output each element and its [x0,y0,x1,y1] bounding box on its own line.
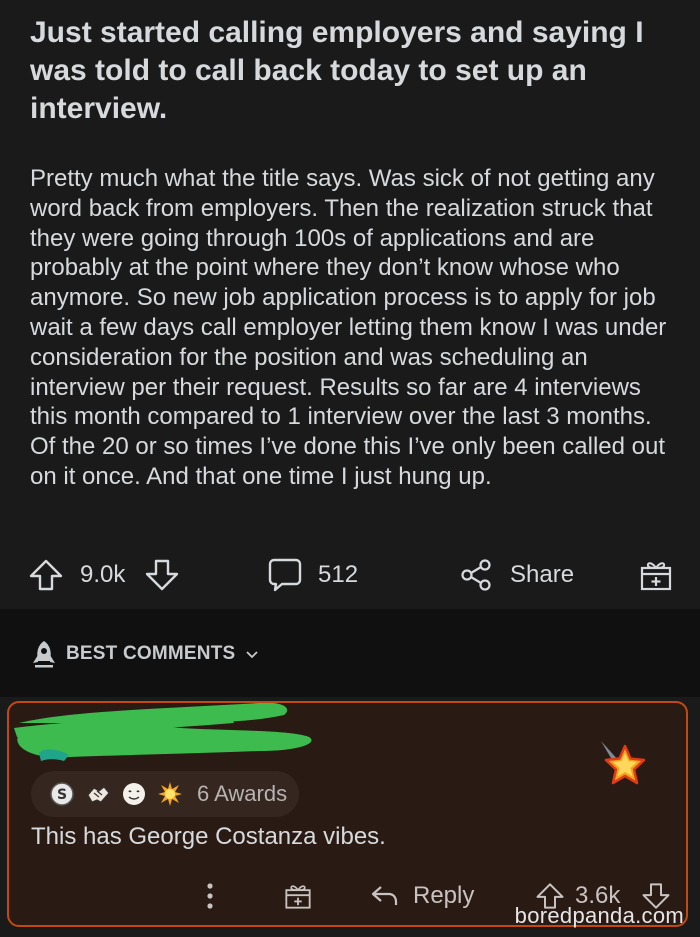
silver-award-icon: S [49,781,75,807]
post-title[interactable]: Just started calling employers and sayin… [30,14,670,128]
awards-pill[interactable]: S 6 Awards [31,771,299,817]
share-button[interactable]: Share [458,548,574,602]
comments-button[interactable]: 512 [266,548,358,602]
upvote-button[interactable] [28,548,64,602]
svg-text:S: S [57,787,67,803]
watermark: boredpanda.com [514,903,684,928]
downvote-button[interactable] [144,548,180,602]
award-button[interactable] [283,871,313,921]
upvote-icon [29,559,63,591]
redacted-author-scribble [14,703,312,761]
awards-count: 6 Awards [197,781,288,806]
share-icon [461,559,491,591]
post-score: 9.0k [80,561,126,588]
award-gift-icon [640,562,672,591]
award-gift-icon [285,885,311,909]
downvote-icon [145,559,179,591]
wholesome-award-icon [121,781,147,807]
comment-sort-dropdown[interactable]: BEST COMMENTS [30,638,261,670]
comment-count: 512 [318,561,359,588]
comment-text: This has George Costanza vibes. [31,823,386,850]
post-body: Pretty much what the title says. Was sic… [30,165,667,490]
more-icon [207,883,213,909]
award-button[interactable] [638,548,674,602]
explosion-award-icon [157,781,183,807]
sort-label: BEST COMMENTS [66,643,236,664]
star-icon [604,744,646,785]
reply-label: Reply [413,882,475,909]
more-options-button[interactable] [205,871,215,921]
rocket-icon [33,641,55,668]
reply-icon [371,886,398,905]
comment-card: S 6 Awards This has George Costanza vibe… [7,701,688,927]
post-card: Just started calling employers and sayin… [0,0,700,609]
comment-icon [268,558,302,592]
reply-button[interactable]: Reply [369,871,474,921]
chevron-down-icon [246,651,259,659]
share-label: Share [510,561,575,588]
handshake-award-icon [85,781,111,807]
post-action-bar: 9.0k 512 Share [0,548,700,602]
